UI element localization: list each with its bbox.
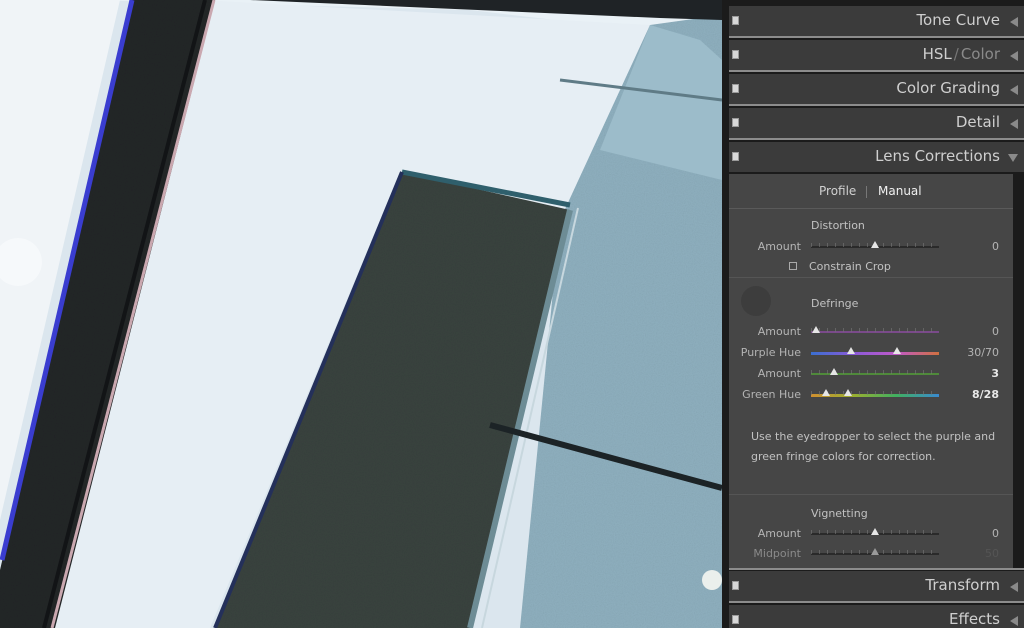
lens-corrections-body: Profile Manual Distortion Amount 0 Const…: [729, 174, 1013, 568]
purple-hue-high-thumb[interactable]: [893, 347, 901, 354]
tone-curve-header[interactable]: Tone Curve: [729, 6, 1024, 36]
hsl-tab[interactable]: HSL: [923, 45, 952, 63]
panel-switch-icon[interactable]: [732, 118, 739, 127]
green-hue-label: Green Hue: [742, 388, 801, 401]
panel-switch-icon[interactable]: [732, 84, 739, 93]
vignetting-midpoint-label: Midpoint: [753, 547, 801, 560]
tone-curve-title: Tone Curve: [916, 11, 1000, 29]
panel-separator: [729, 601, 1024, 603]
eyedropper-tool-button[interactable]: [741, 286, 771, 316]
purple-amount-thumb[interactable]: [812, 326, 820, 333]
green-hue-low-thumb[interactable]: [822, 389, 830, 396]
green-hue-high-thumb[interactable]: [844, 389, 852, 396]
constrain-crop-checkbox[interactable]: [789, 262, 797, 270]
color-grading-header[interactable]: Color Grading: [729, 74, 1024, 104]
expand-triangle-icon[interactable]: [1010, 582, 1018, 592]
distortion-amount-label: Amount: [757, 240, 801, 253]
detail-title: Detail: [955, 113, 1000, 131]
photo-image: [0, 0, 722, 628]
collapse-triangle-icon[interactable]: [1008, 154, 1018, 162]
expand-triangle-icon[interactable]: [1010, 616, 1018, 626]
lens-tabs: Profile Manual: [729, 174, 1013, 209]
panel-switch-icon[interactable]: [732, 16, 739, 25]
expand-triangle-icon[interactable]: [1010, 85, 1018, 95]
expand-triangle-icon[interactable]: [1010, 17, 1018, 27]
distortion-amount-value[interactable]: 0: [992, 240, 999, 253]
purple-amount-label: Amount: [757, 325, 801, 338]
tab-manual[interactable]: Manual: [878, 184, 922, 198]
vignetting-midpoint-value[interactable]: 50: [985, 547, 999, 560]
defringe-title: Defringe: [811, 297, 859, 310]
panel-separator: [729, 568, 1024, 570]
panel-switch-icon[interactable]: [732, 581, 739, 590]
vignetting-amount-thumb[interactable]: [871, 528, 879, 535]
purple-amount-value[interactable]: 0: [992, 325, 999, 338]
effects-header[interactable]: Effects: [729, 605, 1024, 628]
green-amount-thumb[interactable]: [830, 368, 838, 375]
distortion-amount-thumb[interactable]: [871, 241, 879, 248]
panel-separator: [729, 70, 1024, 72]
color-tab[interactable]: Color: [961, 45, 1000, 63]
effects-title: Effects: [949, 610, 1000, 628]
constrain-crop-label: Constrain Crop: [809, 260, 891, 273]
purple-hue-slider[interactable]: [811, 352, 939, 355]
panel-separator: [729, 104, 1024, 106]
panel-separator: [729, 138, 1024, 140]
develop-right-panel: Tone Curve HSL / Color Color Grading Detai…: [722, 0, 1024, 628]
section-divider: [729, 494, 1013, 495]
expand-triangle-icon[interactable]: [1010, 119, 1018, 129]
vignetting-amount-value[interactable]: 0: [992, 527, 999, 540]
purple-hue-label: Purple Hue: [740, 346, 801, 359]
lens-corrections-title: Lens Corrections: [875, 147, 1000, 165]
vignetting-title: Vignetting: [811, 507, 868, 520]
slider-ticks: [811, 391, 939, 395]
purple-hue-low-thumb[interactable]: [847, 347, 855, 354]
panel-switch-icon[interactable]: [732, 50, 739, 59]
expand-triangle-icon[interactable]: [1010, 51, 1018, 61]
section-divider: [729, 277, 1013, 278]
hsl-color-header[interactable]: HSL / Color: [729, 40, 1024, 70]
transform-title: Transform: [925, 576, 1000, 594]
panel-switch-icon[interactable]: [732, 615, 739, 624]
panel-separator: [729, 36, 1024, 38]
defringe-hint-text: Use the eyedropper to select the purple …: [751, 430, 996, 463]
hsl-color-title: HSL / Color: [923, 45, 1000, 63]
green-amount-label: Amount: [757, 367, 801, 380]
vignetting-amount-label: Amount: [757, 527, 801, 540]
green-amount-value[interactable]: 3: [991, 367, 999, 380]
detail-header[interactable]: Detail: [729, 108, 1024, 138]
hsl-color-separator: /: [953, 45, 959, 63]
distortion-title: Distortion: [811, 219, 865, 232]
tab-divider: [866, 186, 867, 198]
green-hue-value[interactable]: 8/28: [972, 388, 999, 401]
vignetting-midpoint-thumb[interactable]: [871, 548, 879, 555]
lens-corrections-header[interactable]: Lens Corrections: [729, 142, 1024, 172]
slider-ticks: [811, 328, 939, 332]
tab-profile[interactable]: Profile: [819, 184, 856, 198]
photo-canvas[interactable]: [0, 0, 722, 628]
purple-hue-value[interactable]: 30/70: [967, 346, 999, 359]
color-grading-title: Color Grading: [896, 79, 1000, 97]
transform-header[interactable]: Transform: [729, 571, 1024, 601]
panel-switch-icon[interactable]: [732, 152, 739, 161]
